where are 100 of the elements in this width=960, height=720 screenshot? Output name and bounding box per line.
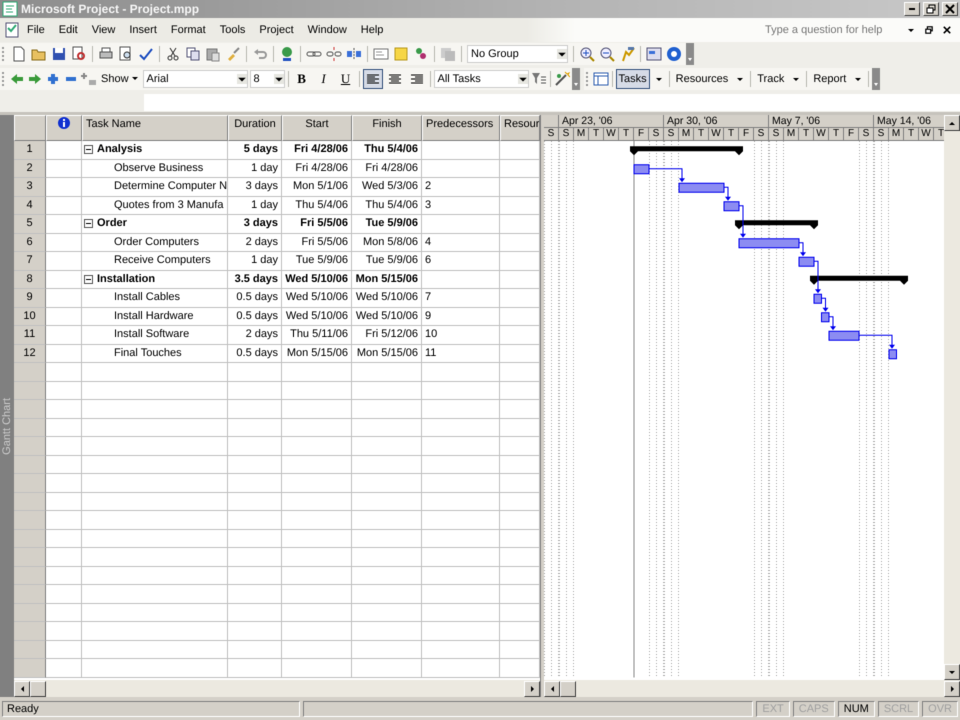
italic-button[interactable]: I: [314, 69, 334, 89]
left-arrow-icon[interactable]: [9, 71, 25, 87]
caret-icon[interactable]: [518, 74, 528, 84]
row-header[interactable]: [14, 640, 46, 659]
summary-bar[interactable]: [630, 146, 743, 156]
row-header[interactable]: [14, 474, 46, 492]
restore-button[interactable]: [923, 2, 939, 16]
scroll-right-button[interactable]: [944, 680, 960, 696]
group-dropdown[interactable]: No Group: [467, 45, 568, 63]
help-icon[interactable]: [666, 46, 682, 62]
show-button[interactable]: Show: [99, 73, 141, 85]
caret-icon[interactable]: [557, 49, 567, 59]
row-number[interactable]: 10: [14, 308, 46, 326]
menu-item[interactable]: Project: [252, 22, 301, 38]
task-bar[interactable]: [798, 256, 814, 267]
align-left-button[interactable]: [362, 69, 383, 89]
plus-icon[interactable]: [45, 71, 61, 87]
row-header[interactable]: [14, 530, 46, 548]
menu-item[interactable]: Help: [354, 22, 390, 38]
wand-icon[interactable]: [554, 71, 570, 87]
row-header[interactable]: [14, 418, 46, 437]
row-number[interactable]: 2: [14, 160, 46, 178]
checkmark-icon[interactable]: [138, 46, 154, 62]
row-header[interactable]: [14, 456, 46, 474]
caret-icon[interactable]: [236, 74, 247, 84]
broken-link-icon[interactable]: [326, 46, 342, 62]
menu-item[interactable]: Tools: [212, 22, 252, 38]
restore-icon[interactable]: [925, 26, 933, 34]
table-icon[interactable]: [592, 71, 609, 87]
menu-item[interactable]: Window: [300, 22, 354, 38]
row-header[interactable]: [14, 492, 46, 511]
task-bar[interactable]: [738, 238, 800, 248]
row-number[interactable]: 4: [14, 196, 46, 215]
undo-icon[interactable]: [252, 46, 268, 62]
row-number[interactable]: 3: [14, 178, 46, 196]
scroll-thumb[interactable]: [560, 680, 576, 696]
scroll-right-button[interactable]: [524, 680, 540, 696]
row-number[interactable]: 12: [14, 344, 46, 363]
form-icon[interactable]: [373, 46, 389, 62]
scroll-down-button[interactable]: [944, 664, 960, 680]
toolbar-options-icon[interactable]: [872, 68, 880, 90]
row-header[interactable]: [14, 548, 46, 566]
caret-icon[interactable]: [654, 75, 663, 83]
guide-button[interactable]: Tasks: [616, 69, 650, 89]
help-search-field[interactable]: Type a question for help: [763, 23, 902, 37]
menu-item[interactable]: Insert: [122, 22, 164, 38]
row-header[interactable]: [14, 604, 46, 622]
split-icon[interactable]: [346, 46, 362, 62]
right-arrow-icon[interactable]: [27, 71, 43, 87]
row-header[interactable]: [14, 566, 46, 585]
summary-bar[interactable]: [810, 276, 908, 285]
row-number[interactable]: 11: [14, 326, 46, 344]
menu-item[interactable]: View: [84, 22, 122, 38]
row-number[interactable]: 9: [14, 289, 46, 308]
task-bar[interactable]: [828, 330, 860, 341]
font-size-dropdown[interactable]: 8: [250, 70, 285, 88]
task-bar[interactable]: [678, 182, 724, 193]
sheet-magnifier-icon[interactable]: [71, 46, 87, 62]
font-dropdown[interactable]: Arial: [142, 70, 248, 88]
guide-button[interactable]: Resources: [672, 69, 732, 89]
collapse-icon[interactable]: [84, 219, 93, 228]
menu-item[interactable]: File: [20, 22, 52, 38]
horizontal-scrollbar[interactable]: [14, 680, 540, 697]
scroll-left-button[interactable]: [544, 680, 560, 696]
indent-icon[interactable]: [81, 71, 97, 87]
column-header[interactable]: Start: [282, 115, 352, 141]
clipboard-icon[interactable]: [205, 46, 221, 62]
close-icon[interactable]: [943, 26, 951, 34]
row-header[interactable]: [14, 400, 46, 418]
caret-icon[interactable]: [792, 75, 800, 83]
row-number[interactable]: 5: [14, 215, 46, 234]
task-bar[interactable]: [724, 201, 740, 212]
document-app-icon[interactable]: [4, 22, 20, 38]
task-bar[interactable]: [821, 312, 830, 322]
row-header[interactable]: [14, 585, 46, 604]
menu-item[interactable]: Format: [164, 22, 213, 38]
row-number[interactable]: 1: [14, 141, 46, 160]
copy-icon[interactable]: [185, 46, 201, 62]
row-header[interactable]: [14, 622, 46, 640]
zoom-in-icon[interactable]: [579, 46, 595, 62]
caret-icon[interactable]: [854, 75, 862, 83]
underline-button[interactable]: U: [336, 69, 356, 89]
row-number[interactable]: 8: [14, 270, 46, 289]
summary-bar[interactable]: [735, 220, 818, 230]
toolbar-options-icon[interactable]: [572, 68, 580, 90]
filter-dropdown[interactable]: All Tasks: [434, 70, 529, 88]
task-bar[interactable]: [634, 164, 650, 174]
scroll-up-button[interactable]: [944, 115, 960, 131]
guide-button[interactable]: Track: [754, 69, 788, 89]
toolbar-options-icon[interactable]: [686, 43, 694, 65]
guide-button[interactable]: Report: [810, 69, 850, 89]
column-header[interactable]: Predecessors: [422, 115, 500, 141]
menu-item[interactable]: Edit: [52, 22, 85, 38]
column-header[interactable]: Finish: [352, 115, 422, 141]
column-header[interactable]: Duration: [228, 115, 282, 141]
entry-field[interactable]: [144, 94, 960, 110]
task-bar[interactable]: [888, 349, 897, 360]
row-header[interactable]: [14, 363, 46, 382]
bold-button[interactable]: B: [292, 69, 312, 89]
zoom-out-icon[interactable]: [599, 46, 615, 62]
